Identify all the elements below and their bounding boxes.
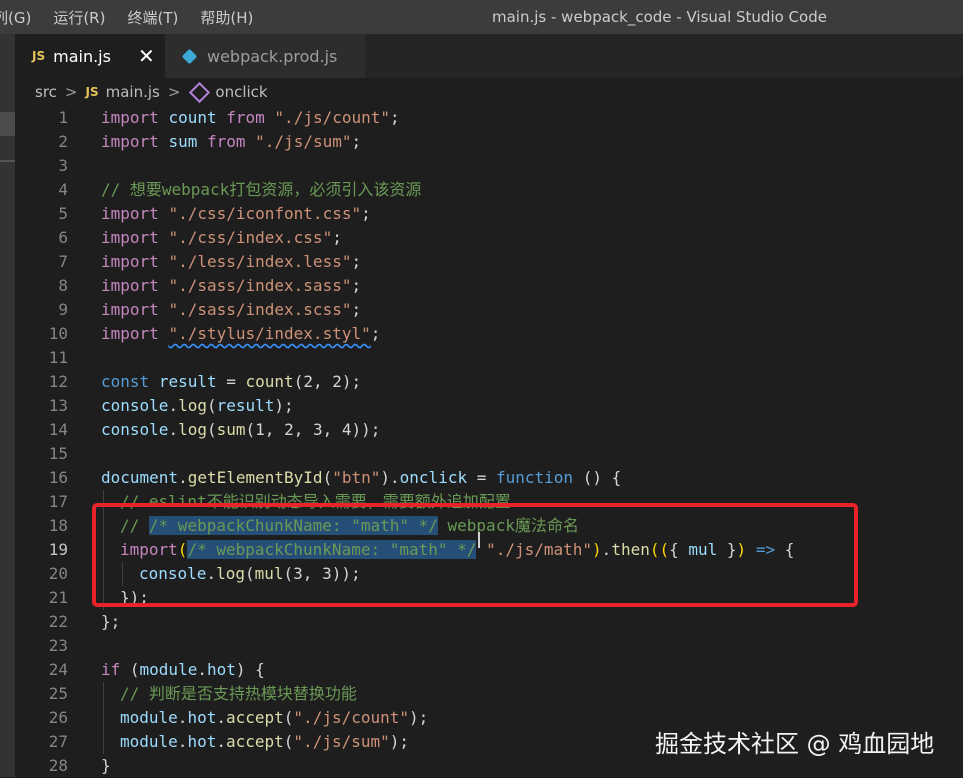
activity-item[interactable] bbox=[0, 112, 15, 136]
breadcrumb: src > JS main.js > onclick bbox=[15, 78, 963, 106]
tab-label: webpack.prod.js bbox=[207, 46, 338, 66]
chevron-right-icon: > bbox=[64, 83, 78, 101]
indent-guide bbox=[103, 682, 104, 754]
chevron-right-icon: > bbox=[167, 83, 181, 101]
close-icon[interactable]: ✕ bbox=[138, 44, 155, 68]
breadcrumb-symbol[interactable]: onclick bbox=[215, 83, 267, 101]
tab-webpack-prod-js[interactable]: webpack.prod.js bbox=[165, 34, 365, 78]
breadcrumb-file[interactable]: main.js bbox=[106, 83, 160, 101]
tab-bar: JS main.js ✕ webpack.prod.js bbox=[15, 34, 963, 78]
symbol-method-icon bbox=[189, 81, 211, 103]
window-title: main.js - webpack_code - Visual Studio C… bbox=[492, 8, 827, 26]
menu-item-selection[interactable]: 列(G) bbox=[0, 7, 31, 28]
title-bar: 列(G) 运行(R) 终端(T) 帮助(H) main.js - webpack… bbox=[0, 0, 963, 34]
watermark: 掘金技术社区 @ 鸡血园地 bbox=[655, 730, 935, 758]
js-file-icon: JS bbox=[32, 49, 46, 63]
activity-bar bbox=[0, 34, 15, 777]
js-file-icon: JS bbox=[85, 85, 99, 99]
tab-main-js[interactable]: JS main.js ✕ bbox=[15, 34, 165, 78]
highlight-annotation-box bbox=[92, 503, 858, 607]
breadcrumb-folder[interactable]: src bbox=[35, 83, 57, 101]
menu-item-terminal[interactable]: 终端(T) bbox=[127, 7, 178, 28]
menu-item-run[interactable]: 运行(R) bbox=[53, 7, 105, 28]
activity-divider bbox=[0, 160, 15, 162]
webpack-file-icon bbox=[181, 48, 198, 64]
code-editor[interactable]: 1 import count from "./js/count"; 2 import… bbox=[15, 106, 963, 777]
tab-label: main.js bbox=[53, 46, 111, 66]
menu-item-help[interactable]: 帮助(H) bbox=[200, 7, 253, 28]
menu-bar: 列(G) 运行(R) 终端(T) 帮助(H) bbox=[0, 7, 253, 28]
